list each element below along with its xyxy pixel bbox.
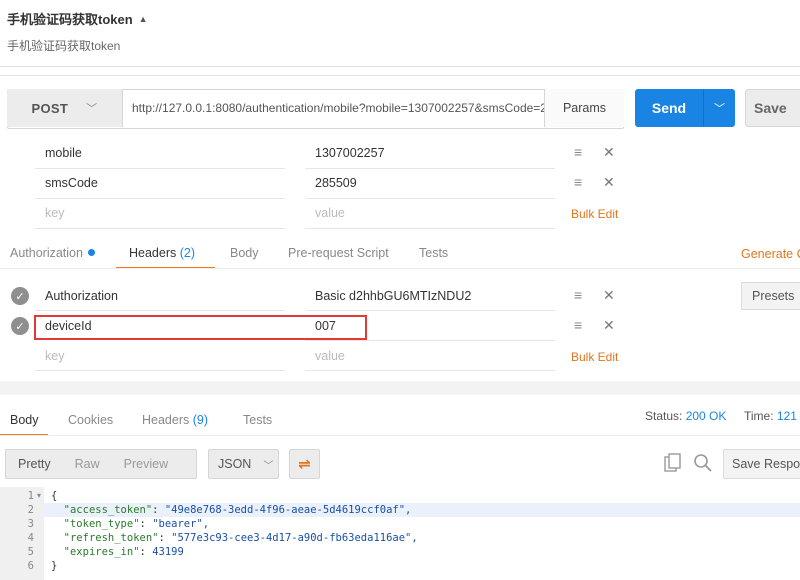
param-key[interactable]: mobile <box>45 146 82 160</box>
code-line: "token_type": "bearer", <box>63 518 210 530</box>
view-pretty[interactable]: Pretty <box>6 457 63 471</box>
tab-headers[interactable]: Headers (2) <box>129 246 195 260</box>
divider <box>0 435 800 436</box>
section-separator <box>0 381 800 395</box>
divider <box>305 370 555 371</box>
drag-handle-icon[interactable]: ≡ <box>574 317 582 333</box>
tab-response-headers[interactable]: Headers (9) <box>142 413 208 427</box>
tab-body[interactable]: Body <box>230 246 259 260</box>
checkbox-checked-icon[interactable]: ✓ <box>11 287 29 305</box>
divider <box>0 66 800 67</box>
send-label[interactable]: Send <box>635 100 703 116</box>
response-time: Time: 121 <box>744 409 797 423</box>
divider <box>0 268 800 269</box>
checkbox-checked-icon[interactable]: ✓ <box>11 317 29 335</box>
caret-up-icon[interactable]: ▲ <box>139 14 148 24</box>
bulk-edit-link[interactable]: Bulk Edit <box>571 350 618 364</box>
close-icon[interactable]: ✕ <box>603 317 615 334</box>
presets-button[interactable]: Presets <box>741 282 800 310</box>
code-line: "refresh_token": "577e3c93-cee3-4d17-a90… <box>63 532 418 544</box>
save-response-button[interactable]: Save Response <box>723 449 800 479</box>
drag-handle-icon[interactable]: ≡ <box>574 144 582 160</box>
divider <box>305 198 555 199</box>
generate-code-link[interactable]: Generate Code <box>741 247 800 261</box>
divider <box>35 228 285 229</box>
tab-authorization[interactable]: Authorization <box>10 246 95 260</box>
chevron-down-icon: ﹀ <box>263 460 274 472</box>
divider <box>35 198 285 199</box>
divider <box>35 370 285 371</box>
save-button[interactable]: Save <box>745 89 800 127</box>
view-raw[interactable]: Raw <box>63 457 112 471</box>
code-line: } <box>51 560 58 572</box>
divider <box>305 228 555 229</box>
tab-tests[interactable]: Tests <box>419 246 448 260</box>
highlight-box <box>34 315 367 340</box>
divider <box>305 340 555 341</box>
header-value[interactable]: Basic d2hhbGU6MTIzNDU2 <box>315 289 471 303</box>
close-icon[interactable]: ✕ <box>603 174 615 191</box>
drag-handle-icon[interactable]: ≡ <box>574 174 582 190</box>
close-icon[interactable]: ✕ <box>603 144 615 161</box>
divider <box>35 168 285 169</box>
response-status: Status: 200 OK <box>645 409 727 423</box>
close-icon[interactable]: ✕ <box>603 287 615 304</box>
line-number: 5 <box>27 546 34 558</box>
view-preview[interactable]: Preview <box>112 457 180 471</box>
divider <box>305 168 555 169</box>
divider <box>0 75 800 76</box>
request-description: 手机验证码获取token <box>7 39 121 53</box>
wrap-lines-icon[interactable]: ⇌ <box>289 449 320 479</box>
code-line: { <box>51 490 58 502</box>
param-key[interactable]: smsCode <box>45 176 98 190</box>
param-value[interactable]: 1307002257 <box>315 146 385 160</box>
chevron-down-icon: ﹀ <box>86 103 98 115</box>
header-value-input[interactable]: value <box>315 349 345 363</box>
view-mode-tabs: Pretty Raw Preview <box>5 449 197 479</box>
bulk-edit-link[interactable]: Bulk Edit <box>571 207 618 221</box>
url-input[interactable]: http://127.0.0.1:8080/authentication/mob… <box>132 89 544 127</box>
line-number: 3 <box>27 518 34 530</box>
tab-response-cookies[interactable]: Cookies <box>68 413 113 427</box>
chevron-down-icon[interactable]: ﹀ <box>704 100 735 116</box>
format-select[interactable]: JSON ﹀ <box>208 449 279 479</box>
request-title[interactable]: 手机验证码获取token ▲ <box>7 9 148 28</box>
header-key-input[interactable]: key <box>45 349 64 363</box>
params-button[interactable]: Params <box>544 89 624 127</box>
drag-handle-icon[interactable]: ≡ <box>574 287 582 303</box>
status-dot <box>87 249 95 256</box>
code-line: "expires_in": 43199 <box>63 546 184 558</box>
tab-response-tests[interactable]: Tests <box>243 413 272 427</box>
copy-icon[interactable] <box>664 453 682 478</box>
divider <box>305 310 555 311</box>
line-number: 6 <box>27 560 34 572</box>
search-icon[interactable] <box>693 453 713 478</box>
divider <box>35 310 285 311</box>
code-line: "access_token": "49e8e768-3edd-4f96-aeae… <box>63 504 412 516</box>
send-button[interactable]: Send ﹀ <box>635 89 735 127</box>
param-value-input[interactable]: value <box>315 206 345 220</box>
line-number: 2 <box>27 504 34 516</box>
line-number: 1 <box>27 490 34 502</box>
param-value[interactable]: 285509 <box>315 176 357 190</box>
param-key-input[interactable]: key <box>45 206 64 220</box>
line-number: 4 <box>27 532 34 544</box>
tab-response-body[interactable]: Body <box>10 413 39 427</box>
tab-prerequest-script[interactable]: Pre-request Script <box>288 246 389 260</box>
method-select[interactable]: POST ﹀ <box>7 89 123 127</box>
fold-arrow-icon[interactable]: ▾ <box>37 491 41 500</box>
header-key[interactable]: Authorization <box>45 289 118 303</box>
